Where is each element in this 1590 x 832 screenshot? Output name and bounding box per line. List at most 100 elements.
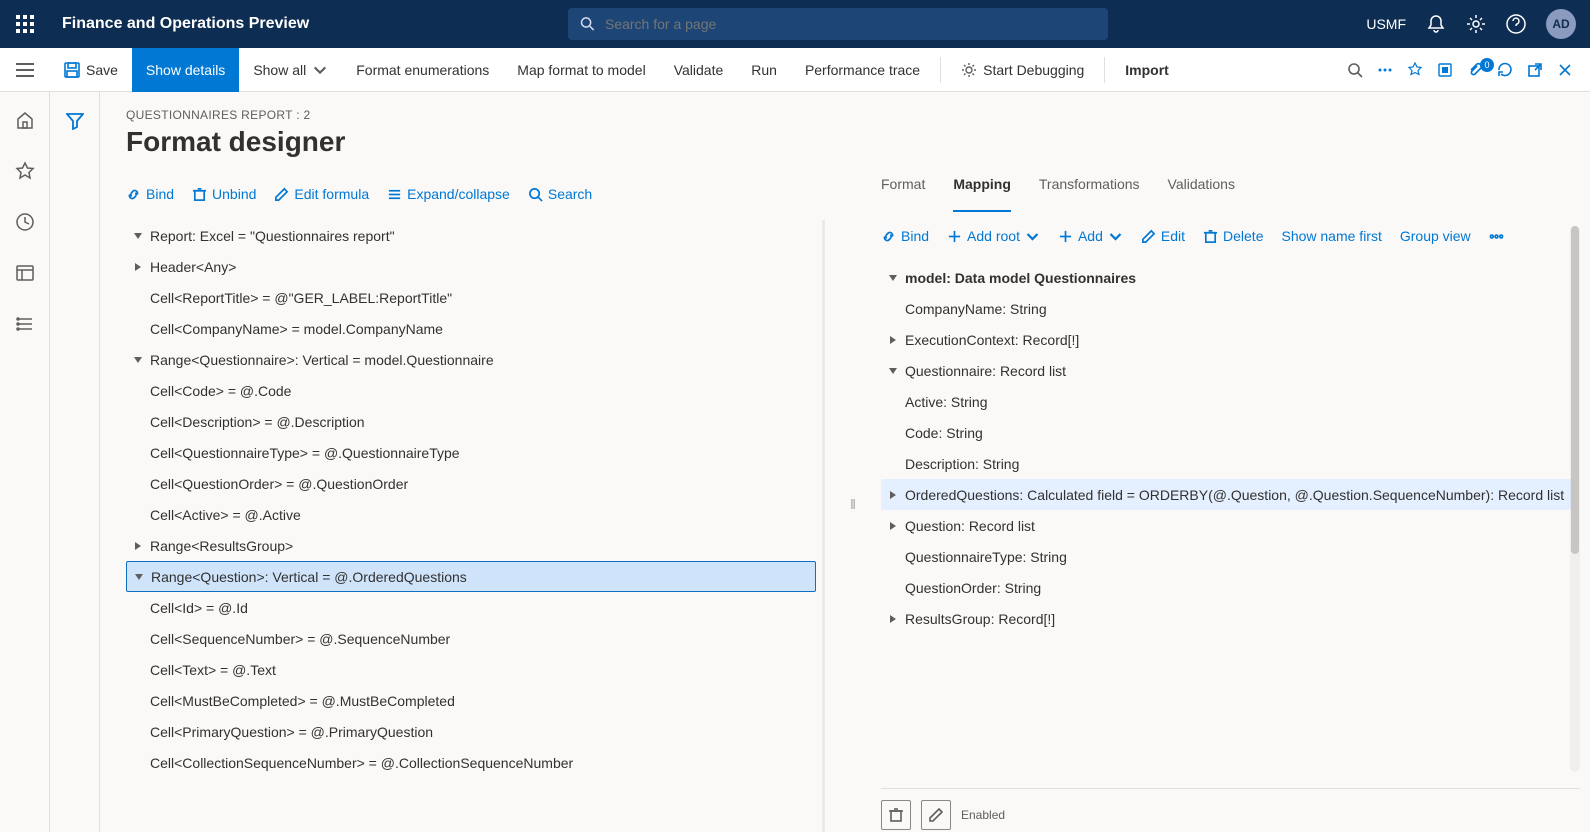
delete-icon [889,808,903,822]
tree-node[interactable]: Cell<QuestionnaireType> = @.Questionnair… [126,437,816,468]
tree-node-label: Active: String [905,394,987,410]
overflow-button[interactable] [1370,62,1400,78]
map-format-button[interactable]: Map format to model [503,48,659,92]
attachments-button[interactable]: 0 [1460,62,1490,78]
footer-edit-button[interactable] [921,800,951,830]
app-launcher[interactable] [0,14,50,34]
breadcrumb: QUESTIONNAIRES REPORT : 2 [126,108,1580,122]
format-search-button[interactable]: Search [528,186,592,202]
link-icon [881,229,896,244]
chevron-down-icon [1108,229,1123,244]
mapping-bind-button[interactable]: Bind [881,228,929,244]
popout-button[interactable] [1520,62,1550,78]
tab-validations[interactable]: Validations [1168,176,1235,212]
search-icon [580,16,595,32]
tree-node[interactable]: Question: Record list [881,510,1574,541]
tree-node[interactable]: Cell<Text> = @.Text [126,654,816,685]
rail-home-icon[interactable] [15,110,35,133]
footer-delete-button[interactable] [881,800,911,830]
show-name-first-button[interactable]: Show name first [1281,228,1381,244]
help-icon[interactable] [1506,14,1526,34]
tree-node[interactable]: ResultsGroup: Record[!] [881,603,1574,634]
tree-node[interactable]: ExecutionContext: Record[!] [881,324,1574,355]
tree-node[interactable]: CompanyName: String [881,293,1574,324]
format-bind-button[interactable]: Bind [126,186,174,202]
rail-favorites-icon[interactable] [15,161,35,184]
office-icon[interactable] [1430,62,1460,78]
delete-button[interactable]: Delete [1203,228,1263,244]
run-button[interactable]: Run [737,48,791,92]
save-button[interactable]: Save [50,48,132,92]
expand-collapse-button[interactable]: Expand/collapse [387,186,510,202]
rail-modules-icon[interactable] [15,314,35,337]
tree-node[interactable]: Cell<PrimaryQuestion> = @.PrimaryQuestio… [126,716,816,747]
tree-node[interactable]: Cell<Code> = @.Code [126,375,816,406]
validate-button[interactable]: Validate [660,48,738,92]
start-debugging-button[interactable]: Start Debugging [947,48,1098,92]
search-input[interactable] [605,16,1096,32]
tree-node[interactable]: Range<Question>: Vertical = @.OrderedQue… [126,561,816,592]
tab-mapping[interactable]: Mapping [953,176,1011,212]
tab-format[interactable]: Format [881,176,925,212]
tree-node[interactable]: Cell<Id> = @.Id [126,592,816,623]
user-avatar[interactable]: AD [1546,9,1576,39]
filter-icon[interactable] [66,112,84,832]
tree-node[interactable]: Range<Questionnaire>: Vertical = model.Q… [126,344,816,375]
tree-node[interactable]: Cell<CompanyName> = model.CompanyName [126,313,816,344]
tree-node[interactable]: Cell<ReportTitle> = @"GER_LABEL:ReportTi… [126,282,816,313]
tree-node-label: Header<Any> [150,259,236,275]
global-search[interactable] [568,8,1108,40]
tree-node[interactable]: QuestionOrder: String [881,572,1574,603]
action-search-button[interactable] [1340,62,1370,78]
format-enumerations-button[interactable]: Format enumerations [342,48,503,92]
tree-node[interactable]: Active: String [881,386,1574,417]
tree-node[interactable]: QuestionnaireType: String [881,541,1574,572]
add-button[interactable]: Add [1058,228,1123,244]
refresh-button[interactable] [1490,62,1520,78]
rail-recent-icon[interactable] [15,212,35,235]
chevron-down-icon [312,62,328,78]
tree-node[interactable]: Code: String [881,417,1574,448]
show-all-button[interactable]: Show all [239,48,342,92]
mapping-tree[interactable]: model: Data model Questionnaires CompanyN… [881,262,1580,788]
group-view-button[interactable]: Group view [1400,228,1471,244]
edit-button[interactable]: Edit [1141,228,1185,244]
mapping-overflow-button[interactable] [1489,229,1504,244]
page-title: Format designer [126,126,1580,158]
menu-toggle[interactable] [0,63,50,77]
tree-node[interactable]: Description: String [881,448,1574,479]
legal-entity[interactable]: USMF [1366,16,1406,32]
show-details-button[interactable]: Show details [132,48,239,92]
tree-node[interactable]: Cell<Active> = @.Active [126,499,816,530]
performance-trace-button[interactable]: Performance trace [791,48,934,92]
tree-node[interactable]: Report: Excel = "Questionnaires report" [126,220,816,251]
plus-icon [1058,229,1073,244]
tab-transformations[interactable]: Transformations [1039,176,1140,212]
tree-node-label: Cell<Active> = @.Active [150,507,301,523]
gear-icon[interactable] [1466,14,1486,34]
feedback-icon[interactable] [1400,62,1430,78]
format-unbind-button[interactable]: Unbind [192,186,256,202]
tree-node[interactable]: Header<Any> [126,251,816,282]
tree-node-label: CompanyName: String [905,301,1047,317]
scrollbar[interactable] [1570,226,1580,772]
close-button[interactable] [1550,62,1580,78]
tree-node[interactable]: Questionnaire: Record list [881,355,1574,386]
tree-node[interactable]: Cell<CollectionSequenceNumber> = @.Colle… [126,747,816,778]
tree-node[interactable]: model: Data model Questionnaires [881,262,1574,293]
tree-node[interactable]: Cell<SequenceNumber> = @.SequenceNumber [126,623,816,654]
tree-node[interactable]: Cell<QuestionOrder> = @.QuestionOrder [126,468,816,499]
link-icon [126,187,141,202]
edit-formula-button[interactable]: Edit formula [274,186,369,202]
format-tree[interactable]: Report: Excel = "Questionnaires report" H… [126,220,825,832]
tree-node[interactable]: Cell<MustBeCompleted> = @.MustBeComplete… [126,685,816,716]
rail-workspaces-icon[interactable] [15,263,35,286]
add-root-button[interactable]: Add root [947,228,1040,244]
import-button[interactable]: Import [1111,48,1183,92]
tree-node[interactable]: OrderedQuestions: Calculated field = ORD… [881,479,1574,510]
tree-node[interactable]: Cell<Description> = @.Description [126,406,816,437]
splitter[interactable]: ‖ [849,176,857,832]
tree-node[interactable]: Range<ResultsGroup> [126,530,816,561]
tree-node-label: Range<Question>: Vertical = @.OrderedQue… [151,569,467,585]
notifications-icon[interactable] [1426,14,1446,34]
